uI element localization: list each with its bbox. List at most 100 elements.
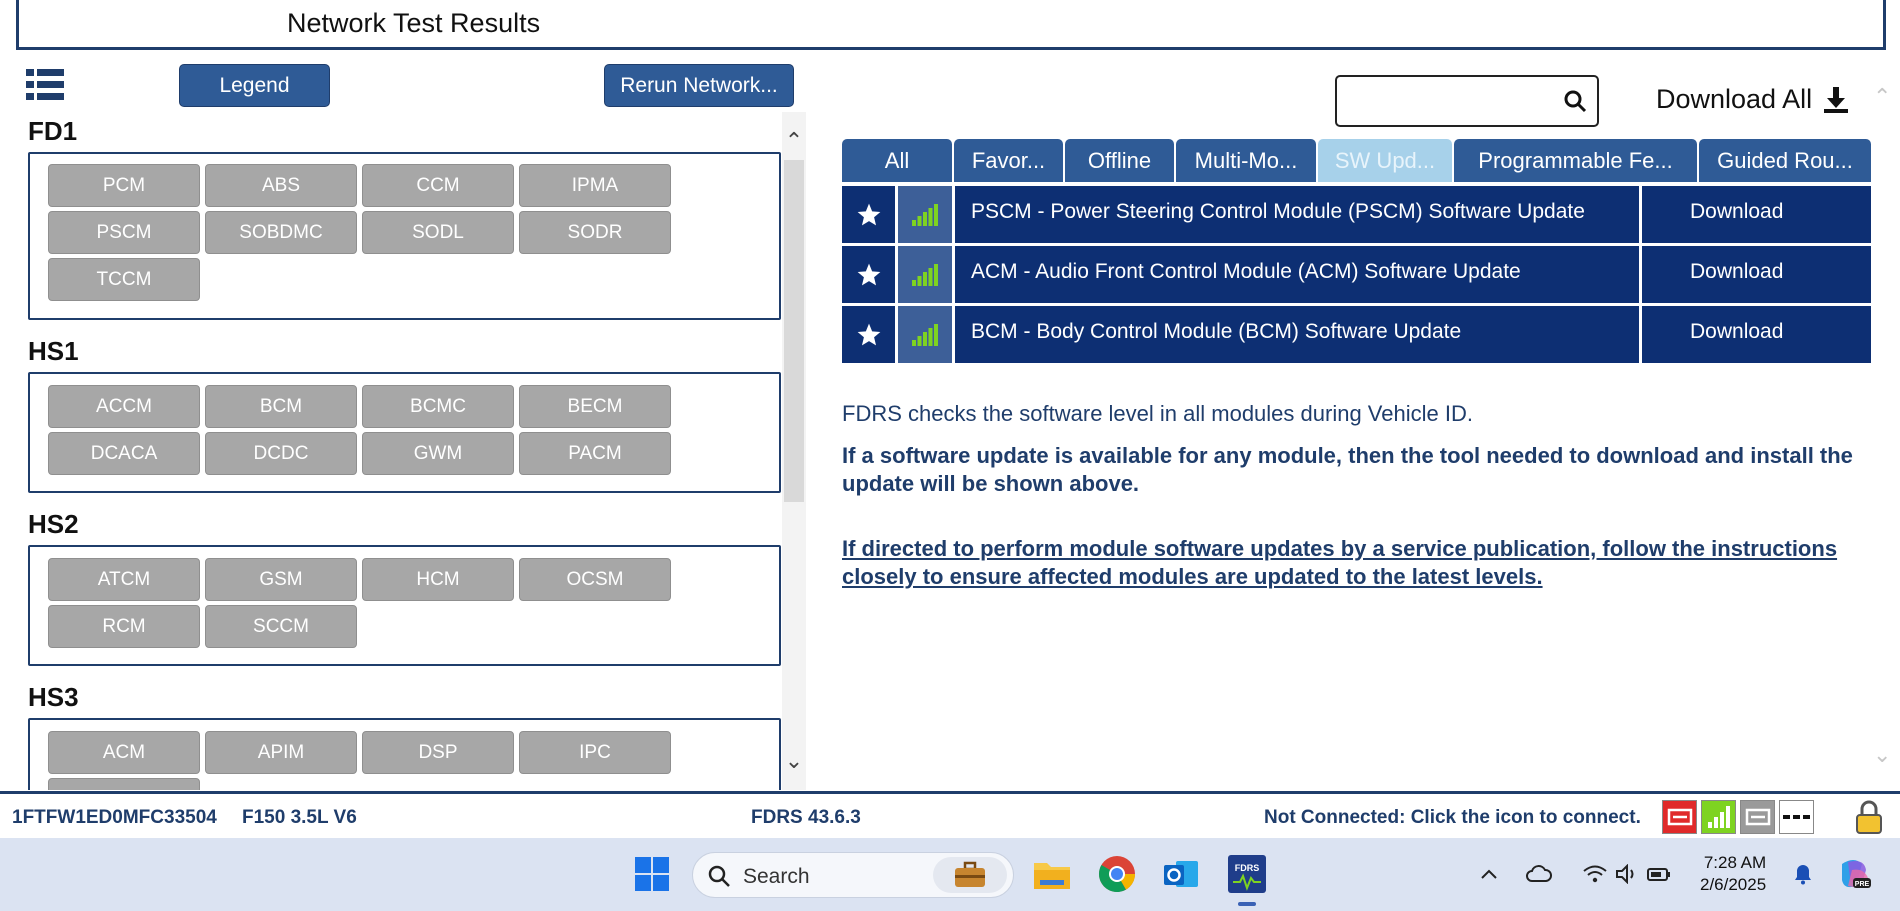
service-publication-link[interactable]: If directed to perform module software u… — [842, 535, 1862, 591]
copilot-icon[interactable]: PRE — [1830, 850, 1878, 898]
vin-label: 1FTFW1ED0MFC33504 — [12, 807, 217, 828]
module-button-ipma[interactable]: IPMA — [519, 164, 671, 207]
scrollbar-thumb[interactable] — [784, 160, 804, 502]
clock-time: 7:28 AM — [1703, 853, 1767, 872]
update-row: BCM - Body Control Module (BCM) Software… — [842, 306, 1871, 363]
module-button-ccm[interactable]: CCM — [362, 164, 514, 207]
right-scroll-down-icon[interactable]: ⌄ — [1873, 742, 1891, 768]
module-list[interactable]: FD1 PCM ABS CCM IPMA PSCM SOBDMC SODL SO… — [20, 112, 810, 790]
module-button-tccm[interactable]: TCCM — [48, 258, 200, 301]
clock-date: 2/6/2025 — [1700, 875, 1767, 894]
group-title-hs1: HS1 — [28, 336, 79, 366]
module-button-ipc[interactable]: IPC — [519, 731, 671, 774]
download-button[interactable]: Download — [1642, 306, 1871, 363]
tab-offline[interactable]: Offline — [1065, 139, 1174, 182]
signal-strength-icon — [898, 186, 952, 243]
module-button-dsp[interactable]: DSP — [362, 731, 514, 774]
tab-programmable-features[interactable]: Programmable Fe... — [1454, 139, 1697, 182]
tab-multi-module[interactable]: Multi-Mo... — [1176, 139, 1316, 182]
battery-icon[interactable] — [1644, 850, 1674, 898]
update-description[interactable]: BCM - Body Control Module (BCM) Software… — [955, 306, 1639, 363]
module-list-scrollbar[interactable]: ⌃ ⌄ — [782, 112, 806, 790]
taskbar-search[interactable]: Search — [692, 852, 1014, 898]
taskbar-search-icon — [708, 865, 730, 887]
module-button-sodl[interactable]: SODL — [362, 211, 514, 254]
module-button-becm[interactable]: BECM — [519, 385, 671, 428]
group-title-fd1: FD1 — [28, 116, 78, 146]
search-input[interactable] — [1335, 75, 1599, 127]
download-button[interactable]: Download — [1642, 246, 1871, 303]
module-button-atcm[interactable]: ATCM — [48, 558, 200, 601]
module-button-bcm[interactable]: BCM — [205, 385, 357, 428]
rerun-network-button[interactable]: Rerun Network... — [604, 64, 794, 107]
favorite-star-icon[interactable] — [842, 186, 895, 243]
search-icon[interactable] — [1563, 89, 1587, 113]
lock-icon[interactable] — [1854, 799, 1884, 835]
module-button-pacm[interactable]: PACM — [519, 432, 671, 475]
vci-disconnected-icon[interactable] — [1662, 800, 1697, 834]
filter-tabs: All Favor... Offline Multi-Mo... SW Upd.… — [842, 139, 1871, 182]
vehicle-label: F150 3.5L V6 — [242, 807, 357, 828]
tab-all[interactable]: All — [842, 139, 952, 182]
update-row: ACM - Audio Front Control Module (ACM) S… — [842, 246, 1871, 303]
module-button-dcdc[interactable]: DCDC — [205, 432, 357, 475]
dashed-connection-icon[interactable] — [1779, 800, 1814, 834]
file-explorer-icon[interactable] — [1028, 850, 1076, 898]
update-description[interactable]: ACM - Audio Front Control Module (ACM) S… — [955, 246, 1639, 303]
update-row: PSCM - Power Steering Control Module (PS… — [842, 186, 1871, 243]
module-button-gsm[interactable]: GSM — [205, 558, 357, 601]
module-button-rcm[interactable]: RCM — [48, 605, 200, 648]
module-button-acm[interactable]: ACM — [48, 731, 200, 774]
favorite-star-icon[interactable] — [842, 306, 895, 363]
signal-strength-icon — [898, 246, 952, 303]
right-scroll-up-icon[interactable]: ⌃ — [1873, 84, 1891, 110]
scroll-up-icon[interactable]: ⌃ — [785, 128, 803, 153]
chrome-icon[interactable] — [1093, 850, 1141, 898]
group-box-hs3: ACM APIM DSP IPC — [28, 718, 781, 790]
signal-bars-icon[interactable] — [1701, 800, 1736, 834]
fdrs-app-icon[interactable]: FDRS — [1223, 850, 1271, 898]
module-button-abs[interactable]: ABS — [205, 164, 357, 207]
legend-button[interactable]: Legend — [179, 64, 330, 107]
module-button-partial[interactable] — [48, 778, 200, 790]
onedrive-icon[interactable] — [1524, 850, 1554, 898]
tab-guided-routines[interactable]: Guided Rou... — [1699, 139, 1871, 182]
wifi-icon[interactable] — [1580, 850, 1610, 898]
module-button-pcm[interactable]: PCM — [48, 164, 200, 207]
module-button-sobdmc[interactable]: SOBDMC — [205, 211, 357, 254]
list-view-icon[interactable] — [26, 68, 64, 102]
download-button[interactable]: Download — [1642, 186, 1871, 243]
show-hidden-icons-chevron-icon[interactable] — [1476, 850, 1502, 898]
group-box-fd1: PCM ABS CCM IPMA PSCM SOBDMC SODL SODR T… — [28, 152, 781, 320]
network-adapter-icon[interactable] — [1740, 800, 1775, 834]
module-button-hcm[interactable]: HCM — [362, 558, 514, 601]
tab-favorites[interactable]: Favor... — [954, 139, 1063, 182]
favorite-star-icon[interactable] — [842, 246, 895, 303]
module-button-bcmc[interactable]: BCMC — [362, 385, 514, 428]
version-label: FDRS 43.6.3 — [751, 807, 861, 828]
module-button-accm[interactable]: ACCM — [48, 385, 200, 428]
update-description[interactable]: PSCM - Power Steering Control Module (PS… — [955, 186, 1639, 243]
connection-status: Not Connected: Click the icon to connect… — [1264, 807, 1641, 828]
taskbar-search-label: Search — [743, 865, 810, 888]
svg-text:FDRS: FDRS — [1235, 863, 1260, 873]
module-button-ocsm[interactable]: OCSM — [519, 558, 671, 601]
module-button-apim[interactable]: APIM — [205, 731, 357, 774]
window-title: Network Test Results — [287, 8, 541, 38]
start-icon[interactable] — [628, 850, 676, 898]
clock[interactable]: 7:28 AM 2/6/2025 — [1700, 852, 1766, 896]
volume-icon[interactable] — [1612, 850, 1642, 898]
module-button-sodr[interactable]: SODR — [519, 211, 671, 254]
notification-bell-icon[interactable] — [1788, 850, 1818, 898]
download-all-button[interactable]: Download All — [1656, 84, 1850, 115]
download-all-label: Download All — [1656, 84, 1813, 114]
signal-strength-icon — [898, 306, 952, 363]
module-button-pscm[interactable]: PSCM — [48, 211, 200, 254]
module-button-sccm[interactable]: SCCM — [205, 605, 357, 648]
outlook-icon[interactable] — [1157, 850, 1205, 898]
module-button-gwm[interactable]: GWM — [362, 432, 514, 475]
title-bar: Network Test Results — [16, 0, 1886, 50]
module-button-dcaca[interactable]: DCACA — [48, 432, 200, 475]
tab-sw-updates[interactable]: SW Upd... — [1318, 139, 1452, 182]
scroll-down-icon[interactable]: ⌄ — [785, 748, 803, 773]
